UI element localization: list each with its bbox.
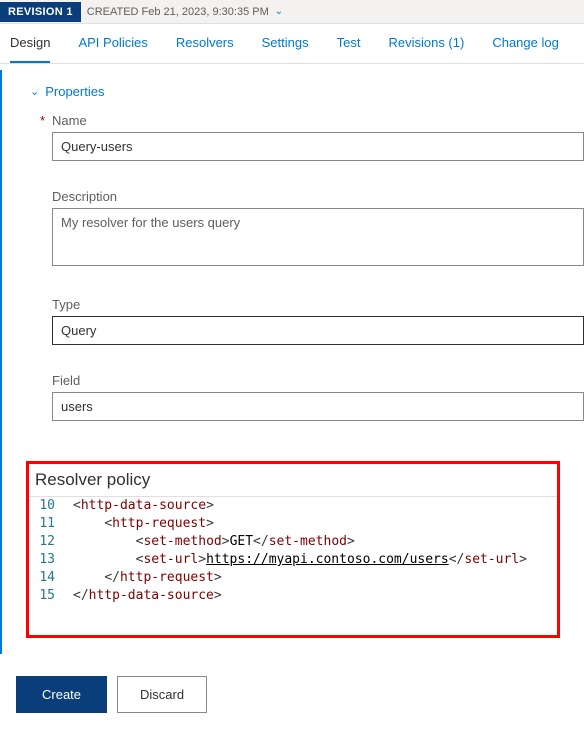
code-line: 10 <http-data-source> <box>29 497 557 515</box>
discard-button[interactable]: Discard <box>117 676 207 713</box>
name-label: Name <box>52 113 584 128</box>
code-content: </http-data-source> <box>73 587 222 605</box>
code-line: 14 </http-request> <box>29 569 557 587</box>
name-input[interactable] <box>52 132 584 161</box>
create-button[interactable]: Create <box>16 676 107 713</box>
code-content: </http-request> <box>73 569 222 587</box>
code-line: 15 </http-data-source> <box>29 587 557 605</box>
field-select[interactable] <box>52 392 584 421</box>
content-panel: ⌄ Properties * Name Description My resol… <box>0 70 584 654</box>
tab-test[interactable]: Test <box>337 24 361 63</box>
tab-change-log[interactable]: Change log <box>492 24 559 63</box>
code-line: 12 <set-method>GET</set-method> <box>29 533 557 551</box>
type-row: Type <box>52 297 584 345</box>
code-content: <http-request> <box>73 515 214 533</box>
tabs: Design API Policies Resolvers Settings T… <box>0 24 584 64</box>
field-label: Field <box>52 373 584 388</box>
properties-section-header[interactable]: ⌄ Properties <box>2 84 584 99</box>
properties-form: * Name Description My resolver for the u… <box>2 113 584 421</box>
button-bar: Create Discard <box>0 654 584 713</box>
code-content: <set-method>GET</set-method> <box>73 533 355 551</box>
name-row: * Name <box>52 113 584 161</box>
line-number: 12 <box>29 533 73 551</box>
tab-settings[interactable]: Settings <box>262 24 309 63</box>
line-number: 13 <box>29 551 73 569</box>
field-row: Field <box>52 373 584 421</box>
properties-label: Properties <box>45 84 104 99</box>
tab-revisions[interactable]: Revisions (1) <box>388 24 464 63</box>
resolver-policy-highlight: Resolver policy 10 <http-data-source> 11… <box>26 461 560 638</box>
line-number: 10 <box>29 497 73 515</box>
tab-design[interactable]: Design <box>10 24 50 63</box>
tab-api-policies[interactable]: API Policies <box>78 24 147 63</box>
tab-resolvers[interactable]: Resolvers <box>176 24 234 63</box>
resolver-policy-title: Resolver policy <box>29 470 557 496</box>
code-content: <http-data-source> <box>73 497 214 515</box>
code-editor[interactable]: 10 <http-data-source> 11 <http-request> … <box>29 496 557 605</box>
type-label: Type <box>52 297 584 312</box>
description-row: Description My resolver for the users qu… <box>52 189 584 269</box>
code-line: 11 <http-request> <box>29 515 557 533</box>
revision-badge: REVISION 1 <box>0 2 81 22</box>
chevron-down-icon[interactable]: ⌄ <box>269 6 283 17</box>
line-number: 15 <box>29 587 73 605</box>
line-number: 14 <box>29 569 73 587</box>
revision-bar: REVISION 1 CREATED Feb 21, 2023, 9:30:35… <box>0 0 584 24</box>
line-number: 11 <box>29 515 73 533</box>
code-content: <set-url>https://myapi.contoso.com/users… <box>73 551 527 569</box>
revision-created-text: CREATED Feb 21, 2023, 9:30:35 PM <box>81 6 269 18</box>
type-select[interactable] <box>52 316 584 345</box>
description-textarea[interactable]: My resolver for the users query <box>52 208 584 266</box>
description-label: Description <box>52 189 584 204</box>
code-line: 13 <set-url>https://myapi.contoso.com/us… <box>29 551 557 569</box>
chevron-down-icon: ⌄ <box>30 85 39 98</box>
required-asterisk-icon: * <box>40 113 45 128</box>
